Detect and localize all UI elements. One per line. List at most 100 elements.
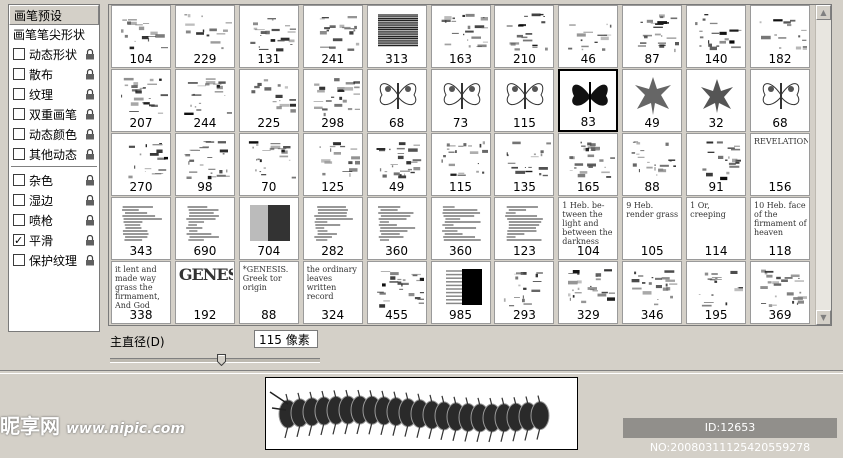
brush-preset-cell[interactable]: the ordinary leaves written record 324 bbox=[302, 260, 363, 324]
brush-preset-cell[interactable]: 9 Heb. render grass 105 bbox=[622, 196, 683, 260]
option-checkbox[interactable] bbox=[13, 68, 25, 80]
brush-preset-cell[interactable]: REVELATION 156 bbox=[750, 132, 810, 196]
brush-preset-cell[interactable]: 195 bbox=[686, 260, 747, 324]
brush-preset-cell[interactable]: it lent and made way grass the firmament… bbox=[111, 260, 171, 324]
brush-preset-cell[interactable]: 346 bbox=[622, 260, 683, 324]
brush-preset-cell[interactable]: 49 bbox=[366, 132, 427, 196]
brush-preset-cell[interactable]: 32 bbox=[686, 68, 747, 132]
lock-icon[interactable] bbox=[85, 235, 95, 246]
option-item[interactable]: 纹理 bbox=[9, 85, 99, 105]
brush-preset-cell[interactable]: 244 bbox=[174, 68, 235, 132]
brush-preset-cell[interactable]: 123 bbox=[494, 196, 555, 260]
brush-preset-cell[interactable]: 282 bbox=[302, 196, 363, 260]
brush-preset-cell[interactable]: 135 bbox=[494, 132, 555, 196]
brush-preset-cell[interactable]: 125 bbox=[302, 132, 363, 196]
option-item[interactable]: 动态颜色 bbox=[9, 125, 99, 145]
option-checkbox[interactable] bbox=[13, 108, 25, 120]
lock-icon[interactable] bbox=[85, 215, 95, 226]
brush-preset-cell[interactable]: 704 bbox=[238, 196, 299, 260]
lock-icon[interactable] bbox=[85, 49, 95, 60]
brush-tip-shape-item[interactable]: 画笔笔尖形状 bbox=[9, 25, 99, 45]
option-label: 动态颜色 bbox=[29, 128, 78, 142]
lock-icon[interactable] bbox=[85, 109, 95, 120]
option-item[interactable]: 平滑 bbox=[9, 231, 99, 251]
lock-icon[interactable] bbox=[85, 195, 95, 206]
option-checkbox[interactable] bbox=[13, 231, 25, 251]
brush-preset-cell[interactable]: 10 Heb. face of the firmament of heaven 1… bbox=[750, 196, 810, 260]
option-item[interactable]: 喷枪 bbox=[9, 211, 99, 231]
option-checkbox[interactable] bbox=[13, 174, 25, 186]
brush-preset-cell[interactable]: 115 bbox=[430, 132, 491, 196]
brush-preset-cell[interactable]: 182 bbox=[750, 5, 810, 68]
brush-preset-cell[interactable]: 73 bbox=[430, 68, 491, 132]
option-checkbox[interactable] bbox=[13, 128, 25, 140]
brush-size-label: 32 bbox=[708, 115, 724, 130]
lock-icon[interactable] bbox=[85, 129, 95, 140]
brush-preset-cell[interactable]: 360 bbox=[366, 196, 427, 260]
option-item[interactable]: 动态形状 bbox=[9, 45, 99, 65]
brush-preset-cell[interactable]: 68 bbox=[366, 68, 427, 132]
lock-icon[interactable] bbox=[85, 69, 95, 80]
brush-preset-cell[interactable]: 98 bbox=[174, 132, 235, 196]
brush-preset-cell[interactable]: 131 bbox=[238, 5, 299, 68]
grid-scrollbar[interactable]: ▲ ▼ bbox=[815, 5, 831, 325]
brush-preset-cell[interactable]: 115 bbox=[494, 68, 555, 132]
brush-preset-cell[interactable]: 163 bbox=[430, 5, 491, 68]
brush-preset-cell[interactable]: GENESIS192 bbox=[174, 260, 235, 324]
lock-icon[interactable] bbox=[85, 149, 95, 160]
brush-preset-cell[interactable]: 210 bbox=[494, 5, 555, 68]
option-checkbox[interactable] bbox=[13, 148, 25, 160]
brush-preset-cell[interactable]: 91 bbox=[686, 132, 747, 196]
brush-preset-cell[interactable]: 68 bbox=[750, 68, 810, 132]
brush-preset-cell[interactable]: *GENESIS. Greek tor origin 88 bbox=[238, 260, 299, 324]
brush-preset-cell[interactable]: 1 Or, creeping 114 bbox=[686, 196, 747, 260]
brush-preset-cell[interactable]: 49 bbox=[622, 68, 683, 132]
brush-preset-cell[interactable]: 369 bbox=[750, 260, 810, 324]
scroll-up-arrow-icon[interactable]: ▲ bbox=[816, 5, 831, 20]
lock-icon[interactable] bbox=[85, 89, 95, 100]
diameter-slider-thumb[interactable] bbox=[216, 354, 226, 366]
option-item[interactable]: 其他动态 bbox=[9, 145, 99, 165]
brush-preset-cell[interactable]: 83 bbox=[558, 68, 619, 132]
brush-preset-cell[interactable]: 293 bbox=[494, 260, 555, 324]
brush-presets-tab[interactable]: 画笔预设 bbox=[9, 5, 99, 25]
brush-stroke-preview bbox=[265, 377, 578, 450]
brush-preset-cell[interactable]: 985 bbox=[430, 260, 491, 324]
brush-preset-cell[interactable]: 46 bbox=[558, 5, 619, 68]
lock-icon[interactable] bbox=[85, 175, 95, 186]
brush-preset-cell[interactable]: 329 bbox=[558, 260, 619, 324]
brush-preset-cell[interactable]: 70 bbox=[238, 132, 299, 196]
option-item[interactable]: 保护纹理 bbox=[9, 251, 99, 271]
brush-preset-cell[interactable]: 313 bbox=[366, 5, 427, 68]
option-item[interactable]: 散布 bbox=[9, 65, 99, 85]
option-checkbox[interactable] bbox=[13, 194, 25, 206]
brush-preset-cell[interactable]: 241 bbox=[302, 5, 363, 68]
option-checkbox[interactable] bbox=[13, 254, 25, 266]
option-item[interactable]: 湿边 bbox=[9, 191, 99, 211]
brush-preset-cell[interactable]: 455 bbox=[366, 260, 427, 324]
brush-preset-cell[interactable]: 165 bbox=[558, 132, 619, 196]
lock-icon[interactable] bbox=[85, 255, 95, 266]
brush-preset-cell[interactable]: 1 Heb. be-tween the light and between th… bbox=[558, 196, 619, 260]
master-diameter-input[interactable] bbox=[254, 330, 318, 348]
brush-preset-cell[interactable]: 140 bbox=[686, 5, 747, 68]
option-item[interactable]: 杂色 bbox=[9, 171, 99, 191]
brush-options-panel: 画笔预设 画笔笔尖形状 动态形状散布纹理双重画笔动态颜色其他动态杂色湿边喷枪平滑… bbox=[8, 4, 100, 332]
brush-preset-cell[interactable]: 88 bbox=[622, 132, 683, 196]
brush-preset-cell[interactable]: 229 bbox=[174, 5, 235, 68]
brush-preset-cell[interactable]: 270 bbox=[111, 132, 171, 196]
diameter-slider-track[interactable] bbox=[110, 358, 320, 363]
brush-preset-cell[interactable]: 298 bbox=[302, 68, 363, 132]
brush-preset-cell[interactable]: 360 bbox=[430, 196, 491, 260]
brush-preset-cell[interactable]: 690 bbox=[174, 196, 235, 260]
option-checkbox[interactable] bbox=[13, 214, 25, 226]
brush-preset-cell[interactable]: 87 bbox=[622, 5, 683, 68]
brush-preset-cell[interactable]: 225 bbox=[238, 68, 299, 132]
brush-preset-cell[interactable]: 207 bbox=[111, 68, 171, 132]
brush-preset-cell[interactable]: 104 bbox=[111, 5, 171, 68]
brush-preset-cell[interactable]: 343 bbox=[111, 196, 171, 260]
option-checkbox[interactable] bbox=[13, 48, 25, 60]
option-checkbox[interactable] bbox=[13, 88, 25, 100]
scroll-down-arrow-icon[interactable]: ▼ bbox=[816, 310, 831, 325]
option-item[interactable]: 双重画笔 bbox=[9, 105, 99, 125]
